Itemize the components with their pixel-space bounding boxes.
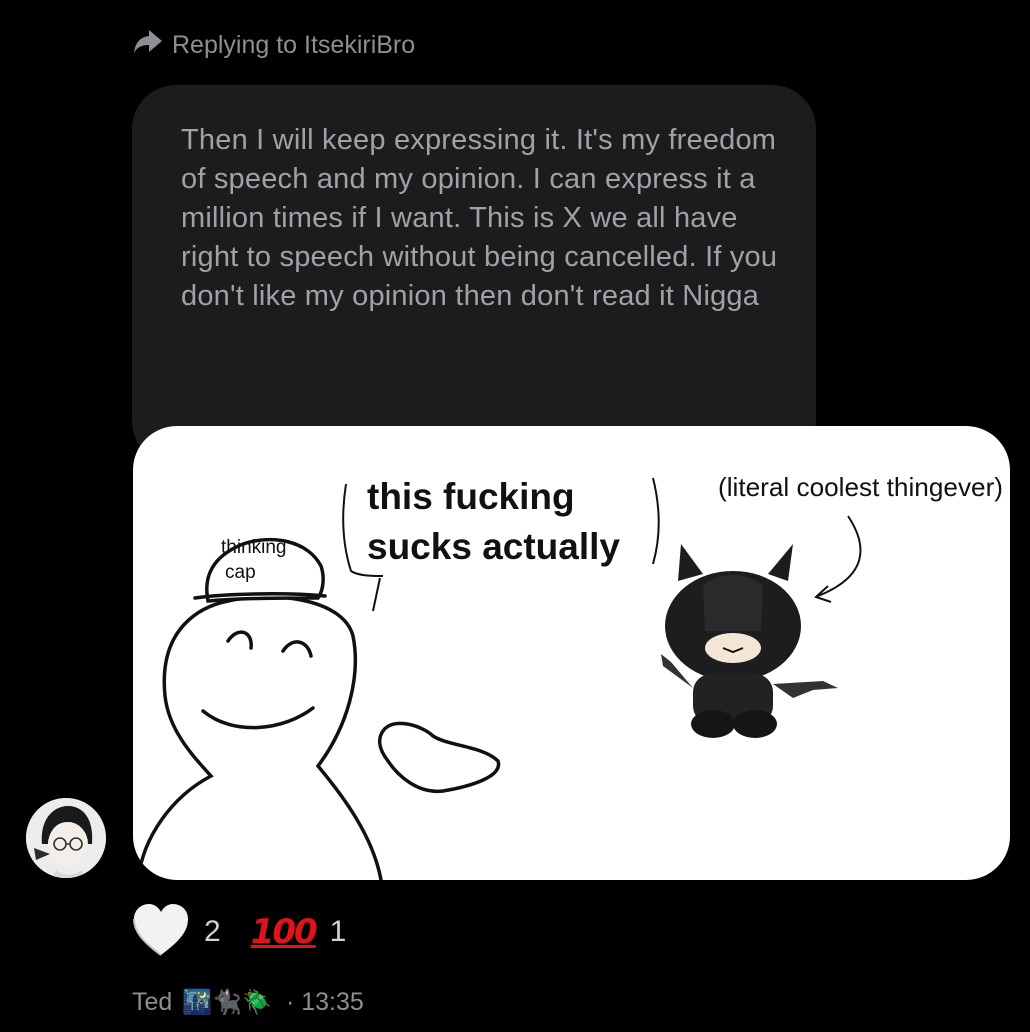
annotation-text: (literal coolest thingever) (718, 472, 1003, 502)
batman-character (661, 544, 838, 738)
sender-emoji: 🌃🐈‍⬛🪲 (182, 988, 272, 1016)
snowman-drawing (136, 537, 501, 880)
reaction-heart[interactable]: 2 (132, 903, 221, 962)
sender-name[interactable]: Ted (132, 988, 172, 1017)
timestamp: · 13:35 (285, 987, 364, 1016)
reply-label: Replying to ItsekiriBro (172, 30, 416, 59)
reactions-bar: 2 100 1 (132, 900, 376, 964)
hundred-points-icon: 100 (250, 912, 318, 952)
heart-count: 2 (204, 915, 221, 948)
white-heart-icon (132, 903, 190, 962)
message-text: Then I will keep expressing it. It's my … (181, 124, 778, 312)
reaction-hundred[interactable]: 100 1 (251, 912, 347, 952)
hundred-count: 1 (329, 915, 347, 948)
sender-avatar[interactable] (26, 798, 106, 878)
reply-context[interactable]: Replying to ItsekiriBro (132, 28, 415, 62)
message-meta: Ted 🌃🐈‍⬛🪲 · 13:35 (132, 985, 364, 1019)
cap-text-2: cap (225, 562, 256, 583)
speech-line-1: this fucking (367, 476, 575, 517)
speech-line-2: sucks actually (367, 526, 620, 567)
reply-arrow-icon (132, 28, 164, 63)
meme-image[interactable]: thinking cap this fucking sucks actually… (133, 426, 1010, 880)
cap-text-1: thinking (221, 537, 287, 558)
